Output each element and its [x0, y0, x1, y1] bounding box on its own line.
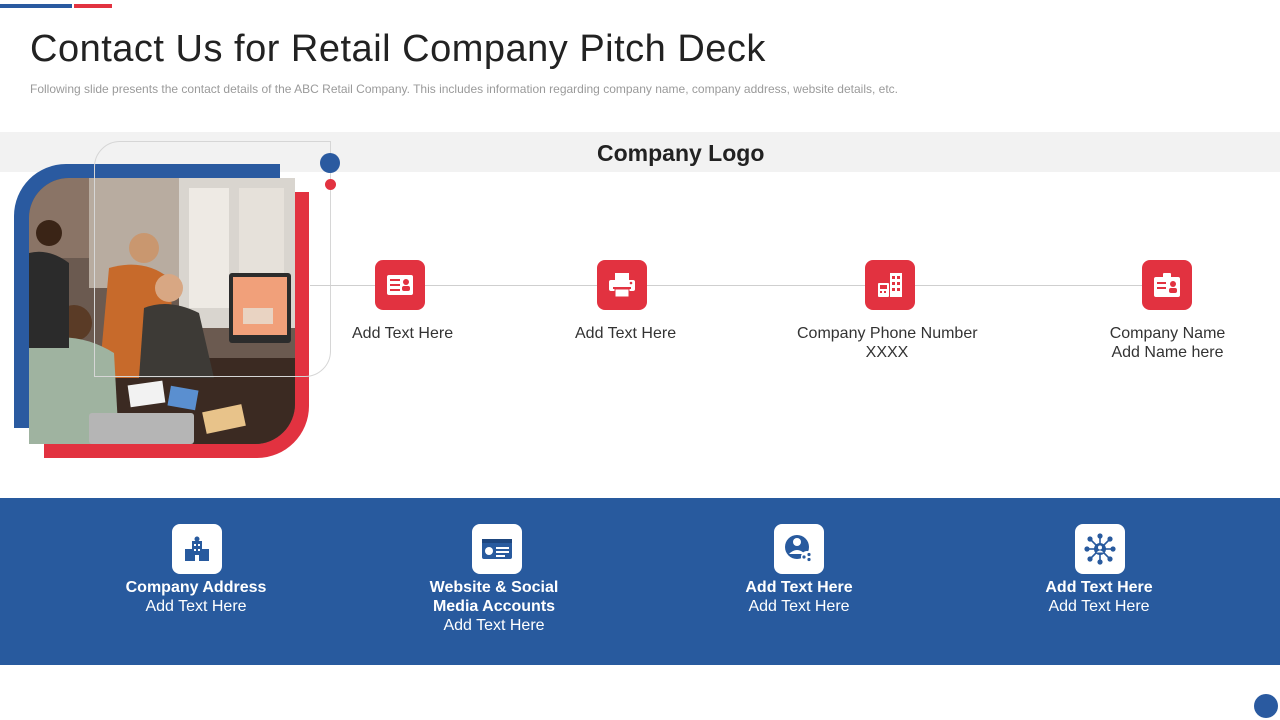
bottom-item-3-bold-1: Add Text Here — [745, 579, 853, 596]
timeline-item-4-line-2: Add Name here — [1111, 344, 1224, 361]
timeline-item-3-text: Company Phone Number XXXX — [797, 324, 978, 362]
bottom-item-4-normal-1: Add Text Here — [1048, 598, 1150, 615]
bottom-item-3-text: Add Text Here Add Text Here — [745, 578, 852, 616]
bottom-item-2-text: Website & Social Media Accounts Add Text… — [430, 578, 559, 635]
bottom-item-2-bold-1: Website & Social — [429, 579, 559, 596]
id-card-icon — [375, 260, 425, 310]
timeline-item-1-text: Add Text Here — [352, 324, 453, 343]
bottom-item-1-bold-1: Company Address — [125, 579, 267, 596]
timeline-item-4-line-1: Company Name — [1109, 325, 1226, 342]
printer-icon — [597, 260, 647, 310]
bottom-item-2-normal-1: Add Text Here — [443, 617, 545, 634]
timeline-item-2-text: Add Text Here — [575, 324, 676, 343]
badge-icon — [1142, 260, 1192, 310]
timeline-item-3-line-2: XXXX — [865, 344, 909, 361]
photo-frame-outline — [94, 141, 331, 377]
website-card-icon — [472, 524, 522, 574]
company-logo-label: Company Logo — [597, 140, 765, 166]
timeline-item-4-text: Company Name Add Name here — [1095, 324, 1240, 362]
bottom-item-1-text: Company Address Add Text Here — [126, 578, 267, 616]
bottom-item-2-bold-2: Media Accounts — [432, 598, 556, 615]
hub-network-icon — [1075, 524, 1125, 574]
page-title: Contact Us for Retail Company Pitch Deck — [30, 28, 766, 70]
decor-dot-red — [325, 179, 336, 190]
decor-dot-blue — [320, 153, 340, 173]
timeline-item-2-line-1: Add Text Here — [575, 325, 677, 342]
corner-dot — [1254, 694, 1278, 718]
bottom-item-3-normal-1: Add Text Here — [748, 598, 850, 615]
bottom-item-4-bold-1: Add Text Here — [1045, 579, 1153, 596]
office-building-icon — [172, 524, 222, 574]
bottom-item-1-normal-1: Add Text Here — [145, 598, 247, 615]
timeline-item-1-line-1: Add Text Here — [352, 325, 454, 342]
top-accent-red — [74, 4, 112, 8]
building-phone-icon — [865, 260, 915, 310]
user-network-icon — [774, 524, 824, 574]
timeline-item-3-line-1: Company Phone Number — [797, 325, 978, 342]
bottom-item-4-text: Add Text Here Add Text Here — [1045, 578, 1152, 616]
timeline-line — [310, 285, 1170, 286]
top-accent-blue — [0, 4, 72, 8]
page-subtitle: Following slide presents the contact det… — [30, 82, 899, 96]
